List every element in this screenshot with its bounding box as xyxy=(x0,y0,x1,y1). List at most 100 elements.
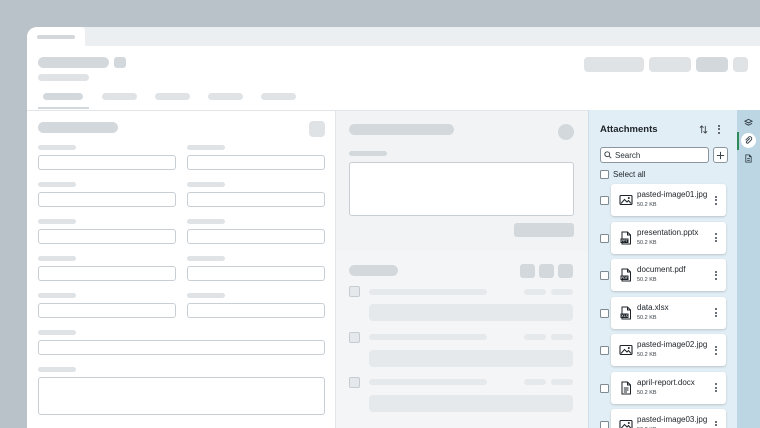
more-vertical-icon[interactable] xyxy=(712,268,720,282)
select-all-checkbox[interactable] xyxy=(600,170,609,179)
attachment-checkbox[interactable] xyxy=(600,271,609,280)
notes-submit-placeholder[interactable] xyxy=(514,223,574,237)
form-textarea[interactable] xyxy=(38,377,325,415)
task-checkbox[interactable] xyxy=(349,286,360,297)
document-icon xyxy=(745,154,752,163)
image-icon xyxy=(619,193,633,207)
title-action-placeholder[interactable] xyxy=(114,57,126,68)
task-checkbox[interactable] xyxy=(349,332,360,343)
form-section-action-placeholder[interactable] xyxy=(309,121,325,137)
form-field[interactable] xyxy=(187,229,325,244)
tasks-tool-placeholder-2[interactable] xyxy=(539,264,554,278)
attachment-size: 50.2 KB xyxy=(637,389,657,396)
search-icon xyxy=(604,151,612,159)
attachment-size: 50.2 KB xyxy=(637,239,657,246)
form-field[interactable] xyxy=(187,303,325,318)
attachment-card[interactable]: PPT presentation.pptx 50.2 KB xyxy=(611,221,726,254)
task-row-placeholder xyxy=(369,334,487,340)
select-all[interactable]: Select all xyxy=(600,169,645,180)
attachment-checkbox[interactable] xyxy=(600,233,609,243)
sort-button[interactable] xyxy=(696,122,710,136)
attachment-size: 50.2 KB xyxy=(637,277,657,283)
header-button-placeholder-1[interactable] xyxy=(584,57,644,72)
task-checkbox[interactable] xyxy=(349,377,360,388)
more-vertical-icon[interactable] xyxy=(712,306,720,320)
task-detail-placeholder xyxy=(369,395,573,412)
right-rail xyxy=(737,110,760,428)
more-vertical-icon[interactable] xyxy=(712,418,720,428)
add-attachment-button[interactable] xyxy=(713,147,728,163)
form-field-wide[interactable] xyxy=(38,340,325,355)
attachment-row: april-report.docx 50.2 KB xyxy=(589,371,738,405)
form-field[interactable] xyxy=(187,155,325,170)
notes-action-placeholder[interactable] xyxy=(558,124,574,140)
tasks-tool-placeholder-3[interactable] xyxy=(558,264,573,278)
form-field[interactable] xyxy=(187,266,325,281)
attachment-card[interactable]: pasted-image01.jpg 50.2 KB xyxy=(611,184,726,216)
field-label-placeholder xyxy=(38,219,76,224)
attachment-card[interactable]: pasted-image03.jpg50.2 KB xyxy=(611,409,726,428)
panel-menu-button[interactable] xyxy=(712,122,726,136)
field-label-placeholder xyxy=(38,182,76,187)
task-meta-placeholder xyxy=(551,379,573,385)
field-label-placeholder xyxy=(187,219,225,224)
sort-icon xyxy=(699,124,707,134)
page-title-placeholder xyxy=(38,57,109,68)
field-label-placeholder xyxy=(187,293,225,298)
subtab-placeholder-3[interactable] xyxy=(155,93,190,100)
task-meta-placeholder xyxy=(551,289,573,295)
header-button-placeholder-2[interactable] xyxy=(649,57,691,72)
form-field[interactable] xyxy=(38,303,176,318)
browser-tab-bar xyxy=(27,27,760,46)
svg-text:XLS: XLS xyxy=(621,314,628,318)
rail-button-3[interactable] xyxy=(741,151,756,166)
attachment-checkbox[interactable] xyxy=(600,196,609,205)
attachment-checkbox[interactable] xyxy=(600,421,609,428)
attachment-card[interactable]: pasted-image02.jpg 50.2 KB xyxy=(611,334,726,366)
attachment-card[interactable]: april-report.docx 50.2 KB xyxy=(611,371,726,404)
subtitle-placeholder xyxy=(38,74,89,81)
ppt-file-icon: PPT xyxy=(619,231,633,245)
svg-text:PPT: PPT xyxy=(621,239,628,243)
task-row-placeholder xyxy=(369,379,487,385)
notes-textarea[interactable] xyxy=(349,162,574,216)
pdf-file-icon: PDF xyxy=(619,268,633,282)
attachment-size: 50.2 KB xyxy=(637,202,657,208)
active-indicator xyxy=(737,132,739,150)
subtab-placeholder-2[interactable] xyxy=(102,93,137,100)
form-field[interactable] xyxy=(38,192,176,207)
attachments-panel: Attachments Select all pasted-image01.jp… xyxy=(588,110,737,428)
attachments-title: Attachments xyxy=(600,124,658,135)
form-field[interactable] xyxy=(187,192,325,207)
attachment-checkbox[interactable] xyxy=(600,346,609,355)
form-field[interactable] xyxy=(38,155,176,170)
form-field[interactable] xyxy=(38,229,176,244)
attachment-name: pasted-image02.jpg xyxy=(637,340,708,349)
attachment-checkbox[interactable] xyxy=(600,383,609,393)
xls-file-icon: XLS xyxy=(619,306,633,320)
more-vertical-icon[interactable] xyxy=(712,343,720,357)
select-all-label: Select all xyxy=(613,170,646,179)
attachment-name: data.xlsx xyxy=(637,302,669,312)
browser-tab-active[interactable] xyxy=(27,27,85,46)
subtab-placeholder-active[interactable] xyxy=(43,93,83,100)
subtab-placeholder-4[interactable] xyxy=(208,93,243,100)
header-button-placeholder-4[interactable] xyxy=(733,57,748,72)
search-field[interactable] xyxy=(600,147,709,163)
more-vertical-icon[interactable] xyxy=(712,381,720,395)
attachment-checkbox[interactable] xyxy=(600,308,609,318)
form-field[interactable] xyxy=(38,266,176,281)
attachment-card[interactable]: XLS data.xlsx 50.2 KB xyxy=(611,296,726,329)
header-button-placeholder-3[interactable] xyxy=(696,57,728,72)
image-icon xyxy=(619,418,633,428)
tasks-tool-placeholder-1[interactable] xyxy=(520,264,535,278)
subtab-placeholder-5[interactable] xyxy=(261,93,296,100)
more-vertical-icon[interactable] xyxy=(712,231,720,245)
rail-button-attachments[interactable] xyxy=(741,133,756,148)
search-input[interactable] xyxy=(615,150,705,160)
task-detail-placeholder xyxy=(369,350,573,367)
attachment-card[interactable]: PDF document.pdf 50.2 KB xyxy=(611,259,726,291)
rail-button-1[interactable] xyxy=(741,115,756,130)
more-vertical-icon[interactable] xyxy=(712,193,720,207)
tasks-section xyxy=(336,251,588,428)
